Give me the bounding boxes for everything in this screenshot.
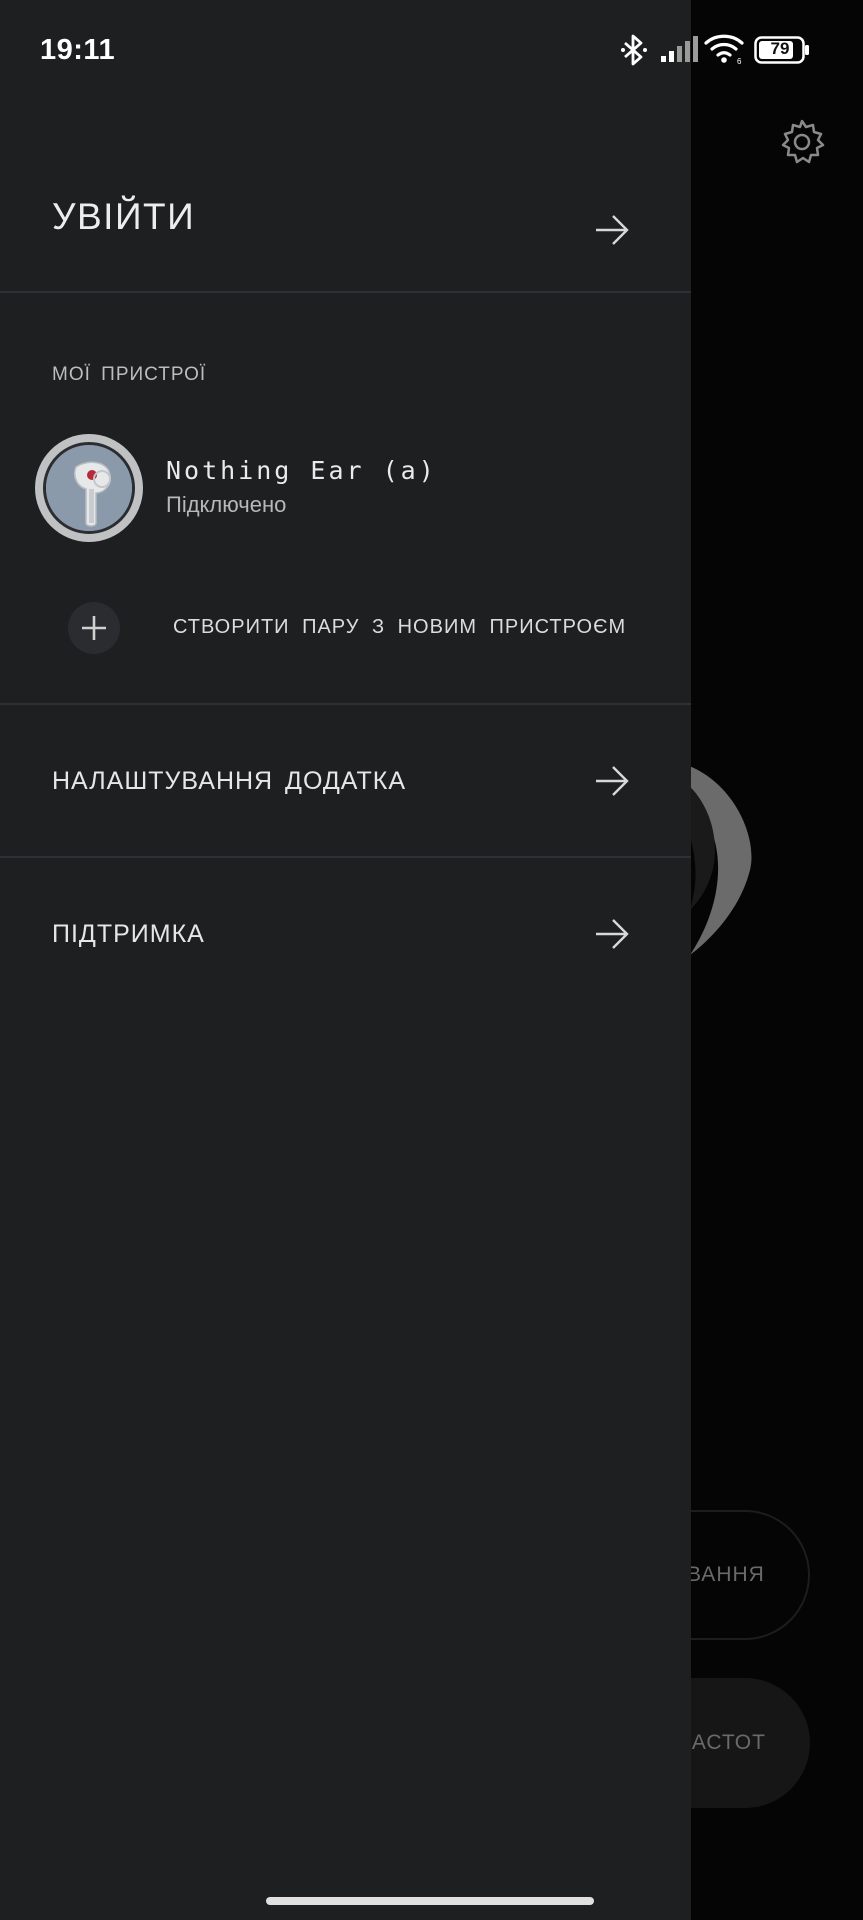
menu-item-label: НАЛАШТУВАННЯ ДОДАТКА [52, 767, 407, 795]
wifi-icon: 6 [704, 34, 744, 65]
menu-item-label: ПІДТРИМКА [52, 920, 205, 948]
menu-item-app-settings[interactable]: НАЛАШТУВАННЯ ДОДАТКА [0, 705, 691, 855]
divider [0, 291, 691, 293]
menu-item-support[interactable]: ПІДТРИМКА [0, 858, 691, 1008]
device-status: Підключено [166, 492, 287, 517]
login-label: УВІЙТИ [52, 196, 196, 237]
arrow-right-icon [596, 215, 629, 245]
settings-gear-icon[interactable] [778, 118, 826, 166]
pair-new-device-label: СТВОРИТИ ПАРУ З НОВИМ ПРИСТРОЄМ [173, 616, 627, 638]
navigation-drawer: УВІЙТИ МОЇ ПРИСТРОЇ Nothing Ear (a) Підк… [0, 0, 691, 1920]
arrow-right-icon [596, 919, 629, 949]
battery-level: 79 [770, 39, 790, 58]
earbud-icon [46, 445, 132, 531]
pair-new-device-button[interactable]: СТВОРИТИ ПАРУ З НОВИМ ПРИСТРОЄМ [0, 592, 691, 662]
cellular-signal-icon [661, 36, 698, 62]
svg-text:6: 6 [737, 57, 742, 65]
arrow-right-icon [596, 766, 629, 796]
plus-icon [68, 602, 120, 654]
devices-section-title: МОЇ ПРИСТРОЇ [52, 364, 207, 385]
device-avatar [35, 434, 143, 542]
home-indicator[interactable] [266, 1897, 594, 1905]
bluetooth-icon [621, 34, 647, 66]
login-row[interactable]: УВІЙТИ [0, 170, 691, 290]
device-name: Nothing Ear (a) [166, 456, 437, 485]
status-bar: 19:11 6 79 [0, 0, 863, 100]
device-list-item[interactable]: Nothing Ear (a) Підключено [0, 420, 691, 560]
clock: 19:11 [40, 34, 116, 66]
